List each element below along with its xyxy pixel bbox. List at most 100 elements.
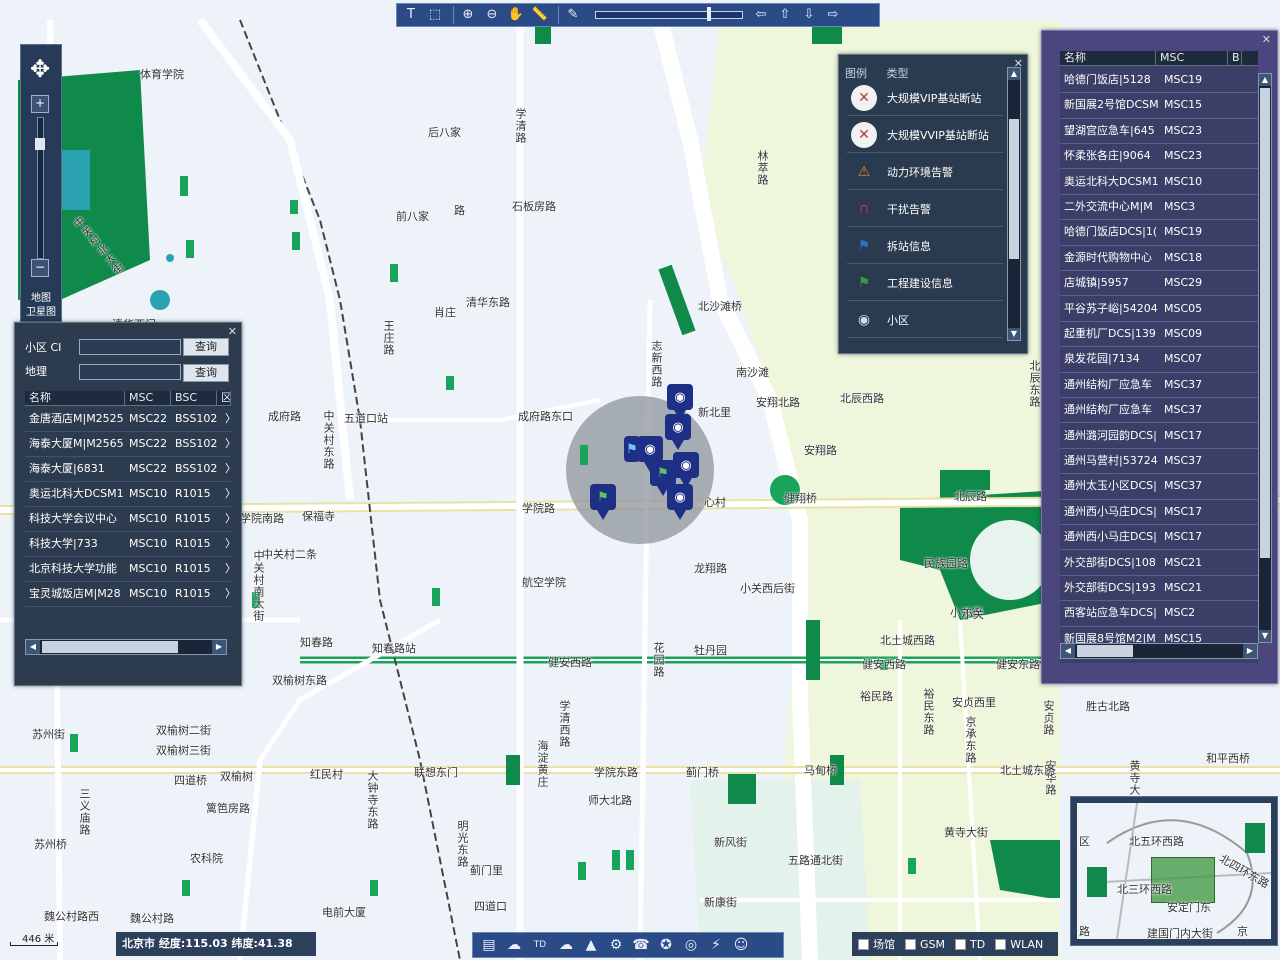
list-row[interactable]: 二外交流中心M|M MSC3 [1060,194,1258,221]
table-row[interactable]: 海泰大厦|6831 MSC22 BSS102〉 [25,457,231,482]
list-row[interactable]: 通州结构厂应急车 MSC37 [1060,397,1258,424]
column-header[interactable]: B [1228,51,1242,65]
list-row[interactable]: 店城镇|5957 MSC29 [1060,270,1258,297]
satellite-mode-button[interactable]: 卫星图 [21,303,61,318]
checkbox-gsm[interactable]: GSM [905,938,945,951]
zoom-out-icon[interactable]: ⊖ [482,6,502,24]
legend-item[interactable]: ✕ 大规模VIP基站断站 [847,81,1003,116]
arrow-left-icon[interactable]: ⇦ [751,6,771,24]
china-map-icon[interactable]: ☁ [504,936,524,954]
compass-icon[interactable]: ◎ [681,936,701,954]
zoom-slider[interactable] [595,7,743,21]
legend-item[interactable]: ⚑ 工程建设信息 [847,266,1003,301]
column-header[interactable]: 名称 [25,391,125,405]
table-row[interactable]: 奥运北科大DCSM1 MSC10 R1015 〉 [25,482,231,507]
text-tool-icon[interactable]: T [401,6,421,24]
query-address-button[interactable]: 查询 [183,364,229,382]
list-icon[interactable]: ▤ [479,936,499,954]
map-mode-button[interactable]: 地图 [21,289,61,304]
list-row[interactable]: 新国展2号馆DCSM MSC15 [1060,92,1258,119]
address-input[interactable] [79,364,181,380]
legend-item[interactable]: ⚠ 动力环境告警 [847,155,1003,190]
list-row[interactable]: 通州太玉小区DCS| MSC37 [1060,473,1258,500]
checkbox-venue[interactable]: 场馆 [858,936,895,952]
horizontal-scrollbar[interactable]: ◀ ▶ [25,639,227,655]
vertical-zoom-slider[interactable] [35,117,45,259]
legend-item[interactable]: ⚑ 拆站信息 [847,229,1003,264]
list-row[interactable]: 通州马营村|53724 MSC37 [1060,448,1258,475]
clear-brush-icon[interactable]: ✎ [563,6,583,24]
legend-item[interactable]: ∩ 干扰告警 [847,192,1003,227]
table-row[interactable]: 宝灵城饭店M|M28 MSC10 R1015 〉 [25,582,231,607]
list-row[interactable]: 外交部街DCS|193 MSC21 [1060,575,1258,602]
engineering-marker[interactable]: ⚑ [650,460,676,496]
vertical-zoom-thumb[interactable] [35,138,45,151]
list-row[interactable]: 望湖宫应急车|645 MSC23 [1060,118,1258,144]
column-header[interactable]: 区 [217,391,231,405]
engineering-marker[interactable]: ⚑ [590,484,616,520]
scroll-right-icon[interactable]: ▶ [1243,644,1257,658]
list-row[interactable]: 怀柔张各庄|9064 MSC23 [1060,143,1258,170]
list-row[interactable]: 哈德门饭店|5128 MSC19 [1060,67,1258,94]
cell-ci-input[interactable] [79,339,181,355]
list-row[interactable]: 哈德门饭店DCS|1(MSC19 [1060,219,1258,246]
scroll-up-icon[interactable]: ▲ [1259,74,1271,86]
close-icon[interactable]: ✕ [1262,33,1271,46]
checkbox-box[interactable] [955,938,966,950]
zoom-in-icon[interactable]: ⊕ [458,6,478,24]
zoom-out-button[interactable]: − [31,259,49,277]
measure-ruler-icon[interactable]: 📏 [530,6,550,24]
list-row[interactable]: 奥运北科大DCSM1 MSC10 [1060,169,1258,195]
scroll-thumb[interactable] [1009,119,1019,260]
list-row[interactable]: 通州西小马庄DCS| MSC17 [1060,499,1258,525]
query-cell-button[interactable]: 查询 [183,338,229,356]
horizontal-scrollbar[interactable]: ◀ ▶ [1060,643,1258,659]
legend-item[interactable]: ✕ 大规模VVIP基站断站 [847,118,1003,153]
vertical-scrollbar[interactable]: ▲ ▼ [1007,67,1021,341]
td-icon[interactable]: TD [529,936,551,954]
column-header[interactable]: 名称 [1060,51,1156,65]
scroll-thumb[interactable] [1077,645,1133,657]
satellite-icon[interactable]: ✪ [656,936,676,954]
scroll-thumb[interactable] [1260,88,1270,558]
list-row[interactable]: 平谷苏子峪|54204 MSC05 [1060,296,1258,322]
cell-marker[interactable]: ◉ [665,414,691,450]
table-row[interactable]: 科技大学|733 MSC10 R1015 〉 [25,532,231,557]
zoom-slider-thumb[interactable] [706,7,711,21]
table-row[interactable]: 海泰大厦M|M2565 MSC22 BSS102〉 [25,432,231,457]
scroll-down-icon[interactable]: ▼ [1259,630,1271,642]
gear-icon[interactable]: ⚙ [606,936,626,954]
cell-marker[interactable]: ◉ [667,384,693,420]
overview-map-canvas[interactable]: 北五环西路 北四环东路 北三环西路 安定门东 建国门内大街 京 路 区 [1077,803,1271,939]
select-tool-icon[interactable]: ⬚ [425,6,445,24]
column-header[interactable]: BSC [171,391,217,405]
tower-icon[interactable]: ▲ [581,936,601,954]
phone-icon[interactable]: ☎ [631,936,651,954]
list-row[interactable]: 通州西小马庄DCS| MSC17 [1060,524,1258,551]
compass-pan-icon[interactable]: ✥ [23,49,57,89]
checkbox-wlan[interactable]: WLAN [995,938,1043,951]
scroll-left-icon[interactable]: ◀ [26,640,40,654]
table-row[interactable]: 科技大学会议中心 MSC10 R1015 〉 [25,507,231,532]
signal-icon[interactable]: ⚡ [706,936,726,954]
pan-hand-icon[interactable]: ✋ [506,6,526,24]
column-header[interactable]: MSC [125,391,171,405]
checkbox-box[interactable] [858,938,869,950]
arrow-right-icon[interactable]: ⇨ [823,6,843,24]
list-row[interactable]: 通州结构厂应急车 MSC37 [1060,372,1258,398]
column-header[interactable]: MSC [1156,51,1228,65]
cell-marker[interactable]: ◉ [673,452,699,488]
table-row[interactable]: 北京科技大学功能 MSC10 R1015 〉 [25,557,231,582]
demolish-marker[interactable]: ⚑ [624,436,640,470]
list-row[interactable]: 金源时代购物中心 MSC18 [1060,245,1258,271]
list-row[interactable]: 外交部街DCS|108 MSC21 [1060,550,1258,576]
scroll-up-icon[interactable]: ▲ [1008,68,1020,80]
table-row[interactable]: 金唐酒店M|M2525 MSC22 BSS102〉 [25,407,231,432]
list-row[interactable]: 通州潞河园韵DCS| MSC17 [1060,423,1258,449]
list-row[interactable]: 泉发花园|7134 MSC07 [1060,346,1258,373]
legend-item[interactable]: ◉ 小区 [847,303,1003,338]
cloud-icon[interactable]: ☁ [556,936,576,954]
scroll-down-icon[interactable]: ▼ [1008,328,1020,340]
list-row[interactable]: 西客站应急车DCS| MSC2 [1060,600,1258,627]
checkbox-box[interactable] [995,938,1007,950]
